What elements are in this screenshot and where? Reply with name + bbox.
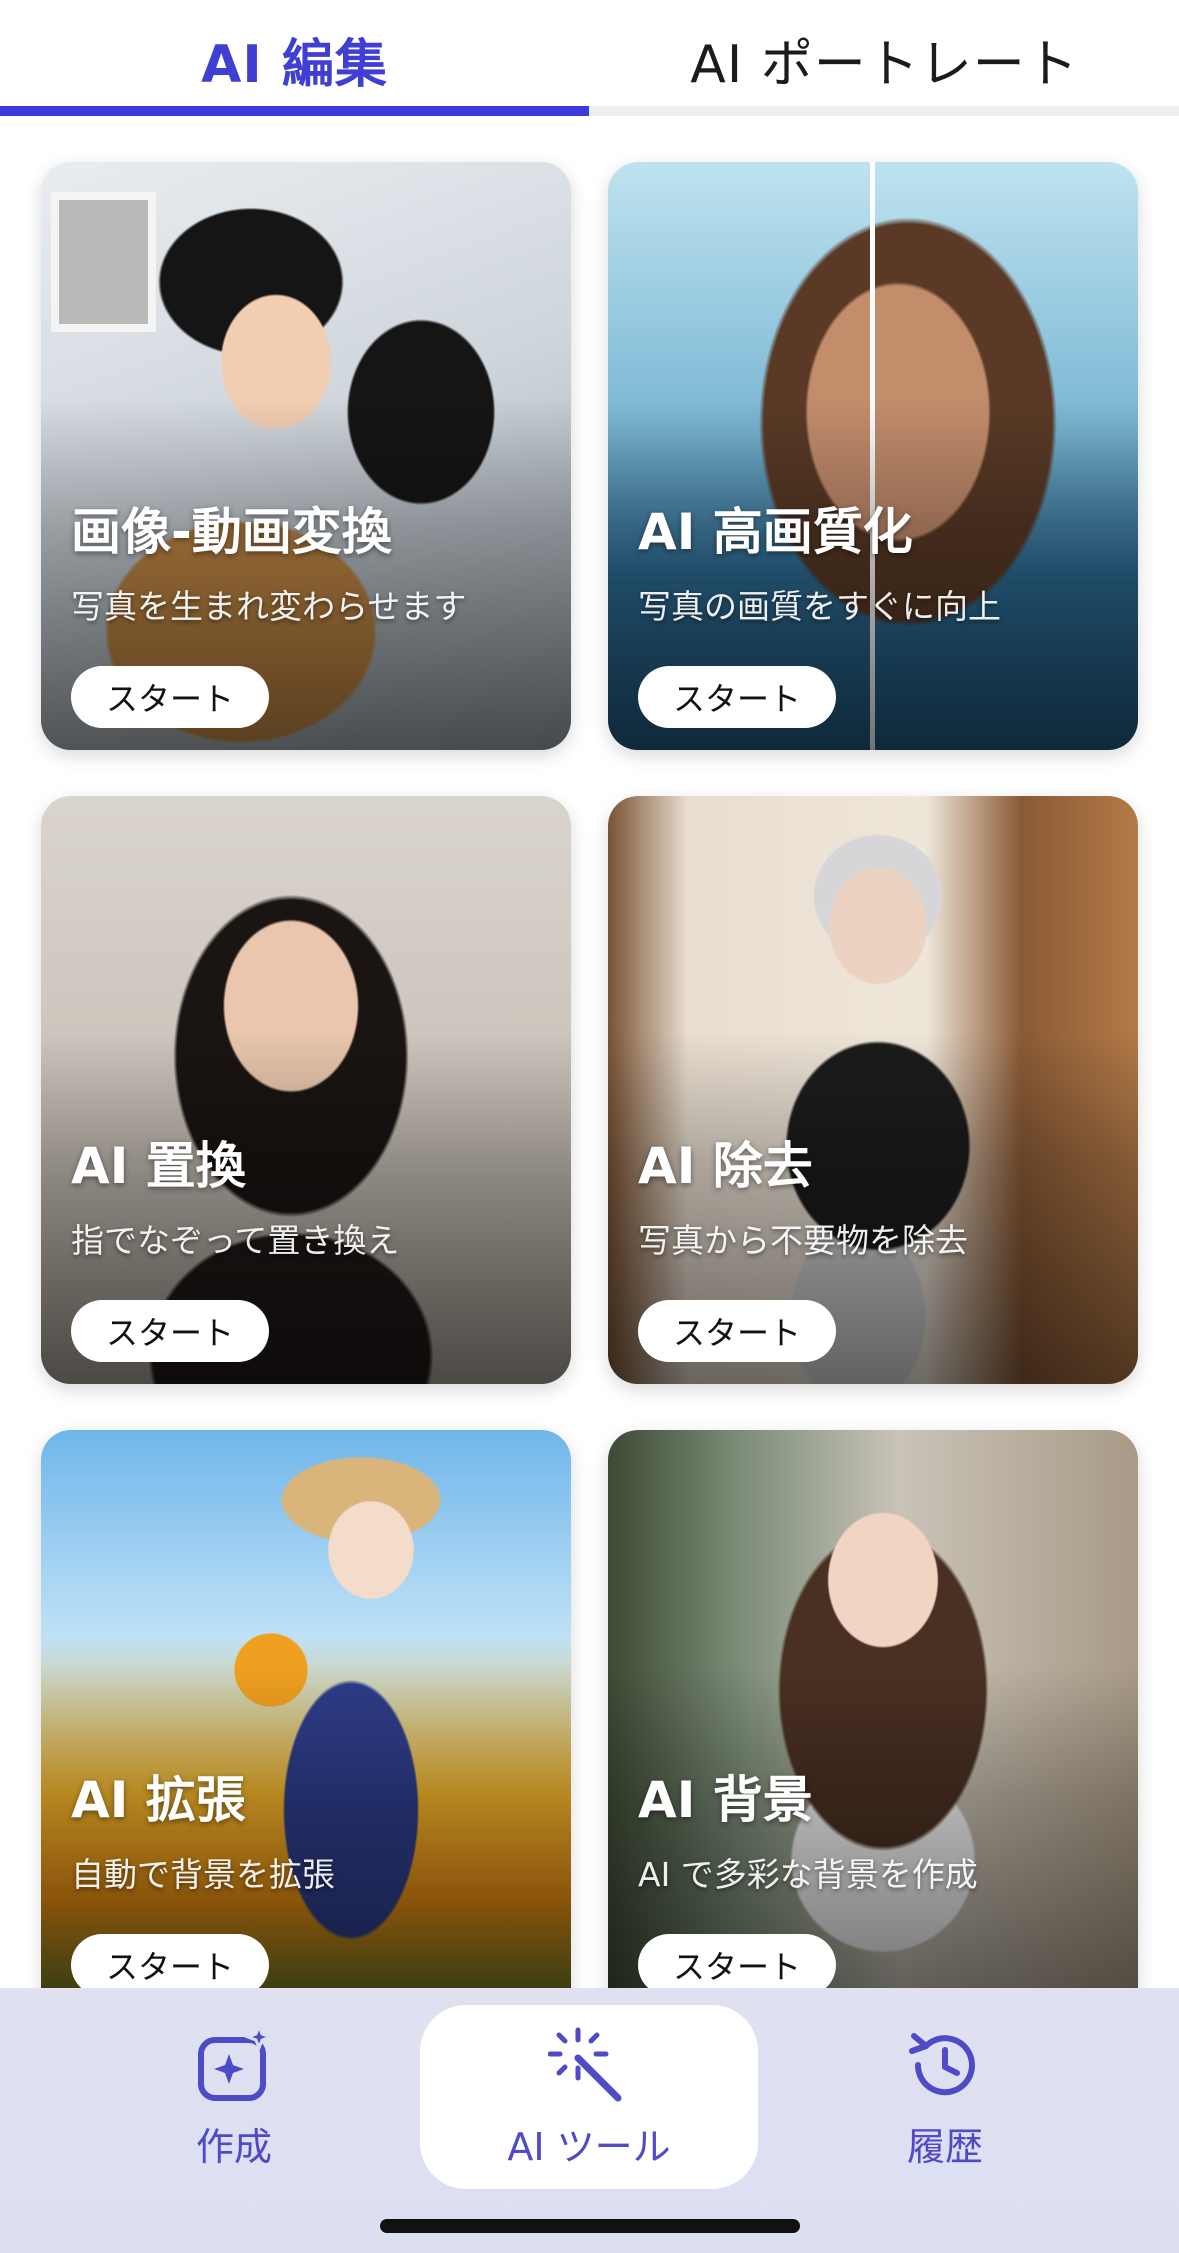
card-subtitle: 指でなぞって置き換え xyxy=(71,1221,400,1260)
card-subtitle: 自動で背景を拡張 xyxy=(71,1855,335,1894)
sparkle-image-icon xyxy=(198,2023,275,2101)
tab-ai-edit[interactable]: AI 編集 xyxy=(0,0,589,118)
nav-label: 作成 xyxy=(195,2124,272,2169)
nav-ai-tools[interactable]: AI ツール xyxy=(420,2005,758,2189)
card-title: AI 除去 xyxy=(638,1137,813,1195)
magic-wand-icon xyxy=(548,2027,622,2101)
card-subtitle: 写真の画質をすぐに向上 xyxy=(638,587,1001,626)
card-ai-enhance[interactable]: AI 高画質化 写真の画質をすぐに向上 スタート xyxy=(608,162,1138,750)
start-button[interactable]: スタート xyxy=(638,1300,836,1362)
card-title: AI 置換 xyxy=(71,1137,246,1195)
card-ai-replace[interactable]: AI 置換 指でなぞって置き換え スタート xyxy=(41,796,571,1384)
nav-label: 履歴 xyxy=(906,2124,983,2169)
home-indicator xyxy=(380,2219,800,2233)
start-button[interactable]: スタート xyxy=(71,1300,269,1362)
card-title: AI 背景 xyxy=(638,1771,813,1829)
bottom-navigation: 作成 AI ツール 履歴 xyxy=(0,1988,1179,2253)
card-ai-background[interactable]: AI 背景 AI で多彩な背景を作成 スタート xyxy=(608,1430,1138,1988)
top-tab-bar: AI 編集 AI ポートレート xyxy=(0,0,1179,118)
active-tab-indicator xyxy=(0,106,589,116)
start-button[interactable]: スタート xyxy=(638,1934,836,1988)
card-ai-remove[interactable]: AI 除去 写真から不要物を除去 スタート xyxy=(608,796,1138,1384)
card-subtitle: 写真を生まれ変わらせます xyxy=(71,587,467,626)
tool-card-grid: 画像-動画変換 写真を生まれ変わらせます スタート AI 高画質化 写真の画質を… xyxy=(0,118,1179,1988)
history-clock-icon xyxy=(909,2032,975,2095)
card-subtitle: AI で多彩な背景を作成 xyxy=(638,1855,978,1894)
nav-label: AI ツール xyxy=(507,2124,671,2169)
nav-history[interactable]: 履歴 xyxy=(785,2005,1105,2189)
start-button[interactable]: スタート xyxy=(71,666,269,728)
card-title: 画像-動画変換 xyxy=(71,503,392,561)
card-subtitle: 写真から不要物を除去 xyxy=(638,1221,968,1260)
start-button[interactable]: スタート xyxy=(638,666,836,728)
tab-ai-portrait[interactable]: AI ポートレート xyxy=(590,0,1179,118)
card-title: AI 拡張 xyxy=(71,1771,246,1829)
card-ai-expand[interactable]: AI 拡張 自動で背景を拡張 スタート xyxy=(41,1430,571,1988)
card-title: AI 高画質化 xyxy=(638,503,913,561)
card-image-to-video[interactable]: 画像-動画変換 写真を生まれ変わらせます スタート xyxy=(41,162,571,750)
nav-create[interactable]: 作成 xyxy=(74,2005,394,2189)
start-button[interactable]: スタート xyxy=(71,1934,269,1988)
